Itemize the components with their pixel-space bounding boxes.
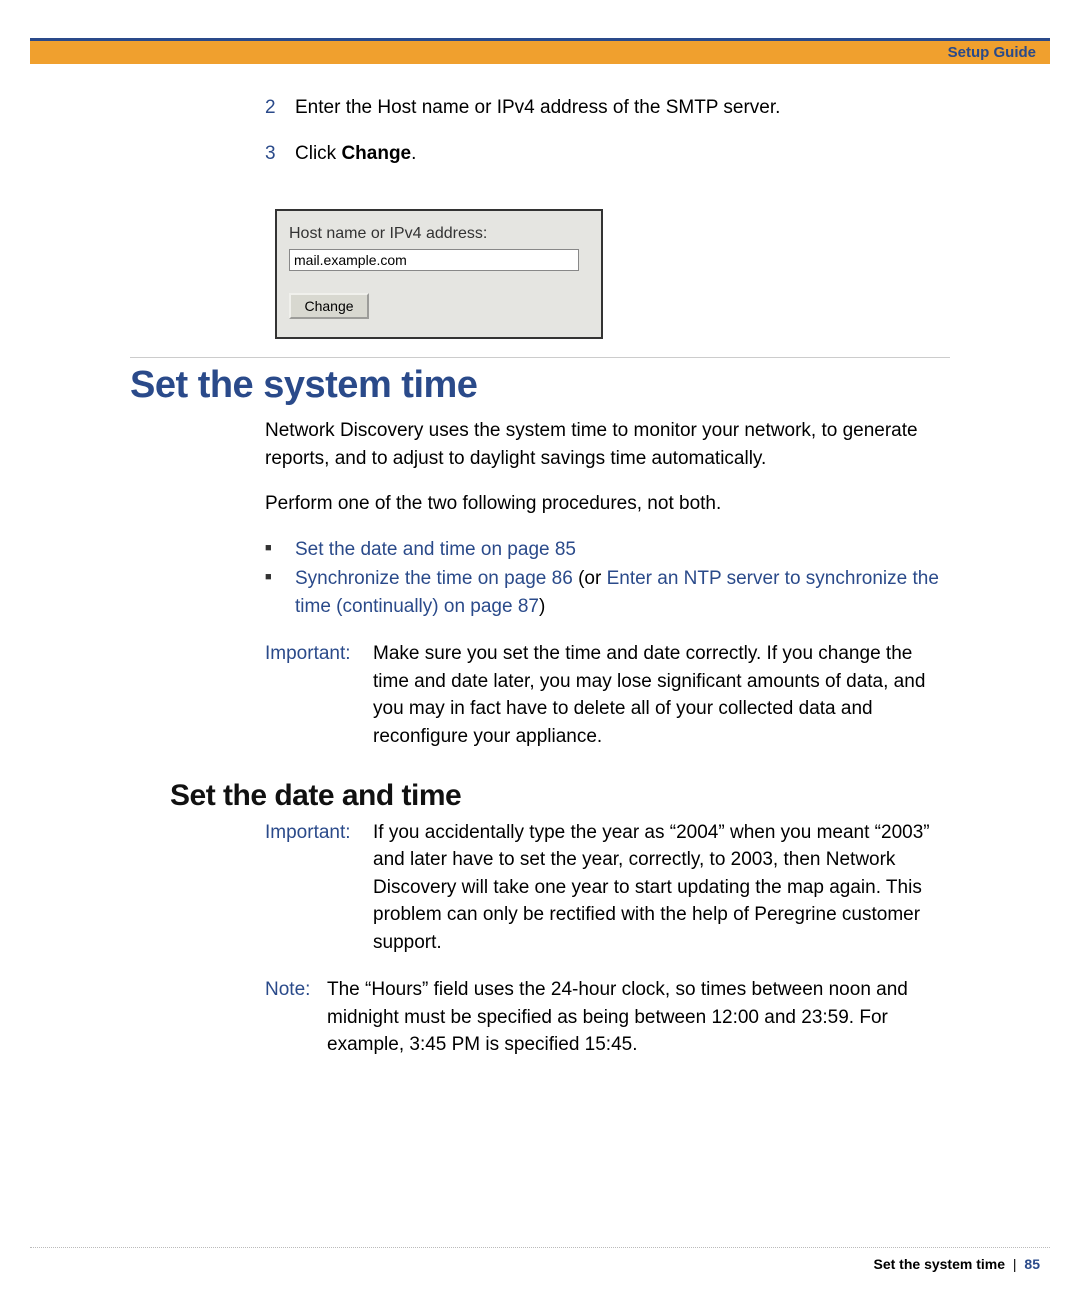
link-set-date-time[interactable]: Set the date and time on page 85 — [295, 539, 576, 560]
subsection-heading: Set the date and time — [170, 779, 950, 813]
step-2: 2 Enter the Host name or IPv4 address of… — [265, 94, 950, 122]
bullet-2-body: Synchronize the time on page 86 (or Ente… — [295, 565, 950, 620]
footer: Set the system time | 85 — [874, 1256, 1041, 1272]
link-synchronize-time[interactable]: Synchronize the time on page 86 — [295, 568, 573, 589]
section-divider — [130, 357, 950, 358]
bullet-2-mid: (or — [573, 568, 607, 589]
note-label: Note: — [265, 976, 327, 1059]
bullet-2-end: ) — [539, 596, 545, 617]
smtp-label: Host name or IPv4 address: — [289, 225, 589, 243]
footer-divider — [30, 1247, 1050, 1248]
bullet-1: ■ Set the date and time on page 85 — [265, 536, 950, 564]
step-2-number: 2 — [265, 94, 295, 122]
smtp-box: Host name or IPv4 address: Change — [275, 209, 603, 339]
change-button[interactable]: Change — [289, 293, 369, 319]
header-title: Setup Guide — [948, 44, 1036, 61]
bullet-1-body: Set the date and time on page 85 — [295, 536, 950, 564]
step-3-number: 3 — [265, 140, 295, 168]
important-2-text: If you accidentally type the year as “20… — [373, 819, 950, 957]
step-3: 3 Click Change. — [265, 140, 950, 168]
bullet-marker: ■ — [265, 536, 295, 564]
note-1-text: The “Hours” field uses the 24-hour clock… — [327, 976, 950, 1059]
note-1: Note: The “Hours” field uses the 24-hour… — [265, 976, 950, 1059]
important-1: Important: Make sure you set the time an… — [265, 640, 950, 750]
section-heading: Set the system time — [130, 364, 950, 407]
important-label: Important: — [265, 819, 373, 957]
footer-separator: | — [1013, 1256, 1017, 1272]
footer-page: 85 — [1024, 1256, 1040, 1272]
bullet-2: ■ Synchronize the time on page 86 (or En… — [265, 565, 950, 620]
header-bar: Setup Guide — [30, 38, 1050, 64]
step-3-text: Click Change. — [295, 140, 950, 168]
content: 2 Enter the Host name or IPv4 address of… — [130, 94, 950, 1059]
paragraph-2: Perform one of the two following procedu… — [265, 490, 950, 518]
important-label: Important: — [265, 640, 373, 750]
important-2: Important: If you accidentally type the … — [265, 819, 950, 957]
smtp-host-input[interactable] — [289, 249, 579, 271]
step-3-suffix: . — [411, 143, 416, 164]
step-2-text: Enter the Host name or IPv4 address of t… — [295, 94, 950, 122]
step-3-prefix: Click — [295, 143, 341, 164]
smtp-box-container: Host name or IPv4 address: Change — [275, 209, 950, 339]
footer-section: Set the system time — [874, 1256, 1006, 1272]
important-1-text: Make sure you set the time and date corr… — [373, 640, 950, 750]
paragraph-1: Network Discovery uses the system time t… — [265, 417, 950, 472]
bullet-marker: ■ — [265, 565, 295, 620]
step-3-bold: Change — [341, 143, 411, 164]
